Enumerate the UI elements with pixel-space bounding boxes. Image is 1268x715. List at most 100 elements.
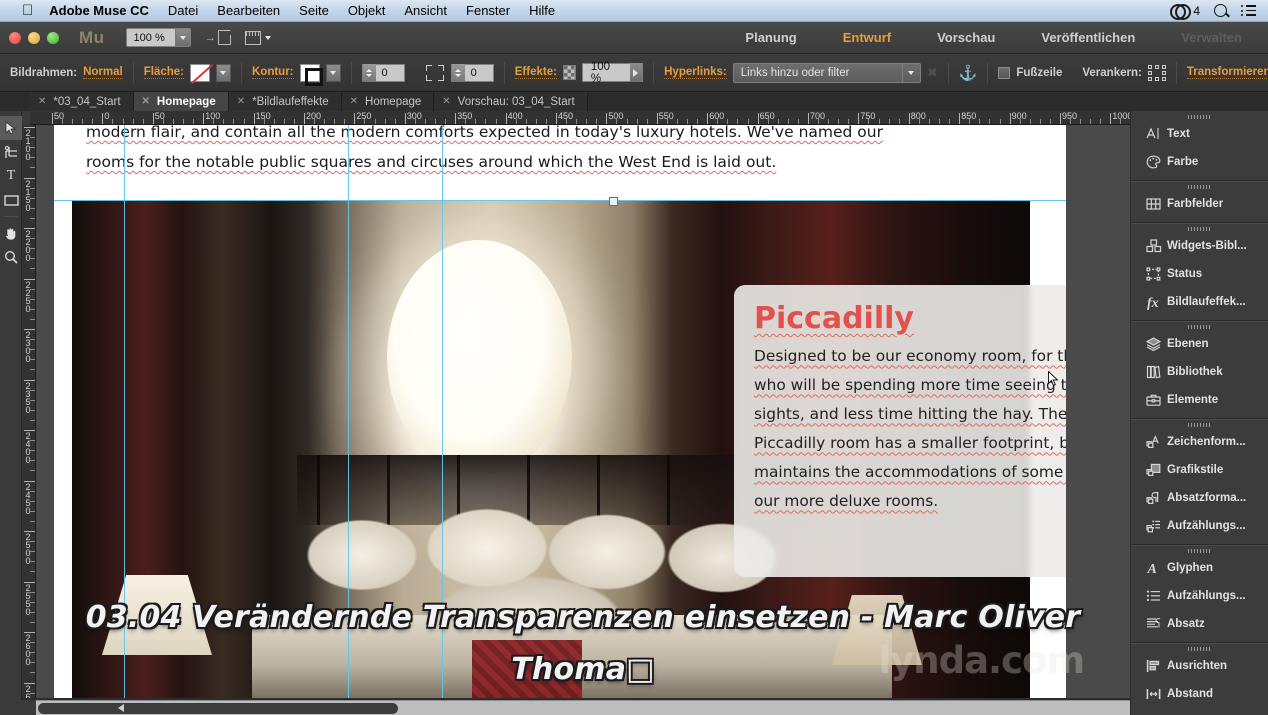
panel-item-bildlaufeffek[interactable]: fx Bildlaufeffek... [1131,288,1268,316]
menu-app-name[interactable]: Adobe Muse CC [49,3,149,18]
rounded-corners-icon[interactable] [425,64,445,82]
image-frame-value[interactable]: Normal [83,66,123,79]
panel-item-ebenen[interactable]: Ebenen [1131,330,1268,358]
close-icon[interactable]: ✕ [442,96,450,107]
menu-item-datei[interactable]: Datei [168,3,198,18]
panel-item-aufz-hlungs[interactable]: Aufzählungs... [1131,582,1268,610]
design-canvas[interactable]: modern flair, and contain all the modern… [36,125,1130,698]
panel-item-elemente[interactable]: Elemente [1131,386,1268,414]
panel-item-bibliothek[interactable]: Bibliothek [1131,358,1268,386]
menu-item-fenster[interactable]: Fenster [466,3,510,18]
tab-03-04-start[interactable]: ✕ *03_04_Start [30,92,134,111]
transparency-checker-icon[interactable] [562,65,576,80]
menu-item-seite[interactable]: Seite [299,3,329,18]
close-icon[interactable]: ✕ [237,96,245,107]
corner-radius-input[interactable]: 0 [450,63,494,82]
text-tool[interactable]: T [0,164,22,188]
close-icon[interactable]: ✕ [142,96,150,107]
apple-icon[interactable]:  [22,3,33,18]
anchor-icon[interactable]: ⚓ [959,64,978,82]
menu-item-ansicht[interactable]: Ansicht [404,3,447,18]
opacity-flyout-arrow[interactable] [629,63,643,82]
transform-link[interactable]: Transformieren [1186,66,1268,79]
page-area[interactable]: modern flair, and contain all the modern… [54,125,1066,698]
selection-handle[interactable] [609,197,618,206]
creative-cloud-status[interactable]: 4 [1170,4,1200,20]
panel-item-ausrichten[interactable]: Ausrichten [1131,652,1268,680]
view-options-icon[interactable] [244,29,272,47]
zoom-dropdown-arrow[interactable] [174,29,190,46]
panel-item-zeichenform[interactable]: Zeichenform... [1131,428,1268,456]
stroke-label[interactable]: Kontur: [251,66,294,79]
list-icon[interactable] [1241,5,1256,16]
menu-item-objekt[interactable]: Objekt [348,3,386,18]
corner-radius-stepper[interactable] [451,63,465,82]
stroke-swatch[interactable] [299,63,323,86]
menu-item-bearbeiten[interactable]: Bearbeiten [217,3,280,18]
stroke-width-stepper[interactable] [362,63,376,82]
panel-item-status[interactable]: Status [1131,260,1268,288]
minimize-button[interactable] [28,31,40,44]
mode-veroeffentlichen[interactable]: Veröffentlichen [1041,30,1135,45]
tab-vorschau-03-04-start[interactable]: ✕ Vorschau: 03_04_Start [434,92,588,111]
paragraph-styles-icon [1145,490,1167,506]
zoom-level-control[interactable]: 100 % [125,28,191,47]
zoom-tool[interactable] [0,245,22,269]
stroke-dropdown-arrow[interactable] [325,63,341,82]
page-export-icon[interactable]: → [205,29,232,45]
guide-horizontal[interactable] [54,200,1066,201]
panel-dock[interactable]: Text Farbe Farbfelder Widgets-Bibl... Status… [1130,111,1268,715]
close-button[interactable] [9,31,21,44]
tab-homepage-active[interactable]: ✕ Homepage [133,92,229,111]
fill-swatch[interactable] [189,63,210,82]
mode-vorschau[interactable]: Vorschau [937,30,995,45]
page-top-paragraph[interactable]: modern flair, and contain all the modern… [86,125,946,177]
scrollbar-thumb[interactable] [38,703,398,714]
stroke-width-input[interactable]: 0 [361,63,405,82]
panel-item-farbfelder[interactable]: Farbfelder [1131,190,1268,218]
mode-verwalten[interactable]: Verwalten [1181,30,1242,45]
effects-label[interactable]: Effekte: [514,66,557,79]
search-icon[interactable] [1214,4,1227,17]
close-icon[interactable]: ✕ [350,96,358,107]
tab-homepage[interactable]: ✕ Homepage [341,92,435,111]
horizontal-ruler[interactable]: 50 0 50 100 150 200 250 300 350 400 450 500 550 600 65… [30,111,1130,125]
anchor-points-icon[interactable] [1147,64,1166,81]
scroll-left-arrow[interactable] [118,704,124,712]
vertical-ruler[interactable]: 2100 2150 2200 2250 2300 2350 2400 2450 2500 2550… [22,125,36,698]
panel-item-transformier[interactable]: Transformier... [1131,708,1268,715]
mode-entwurf[interactable]: Entwurf [843,30,891,45]
rectangle-tool[interactable] [0,188,22,212]
hand-tool[interactable] [0,221,22,245]
selection-tool[interactable] [0,116,22,140]
panel-item-farbe[interactable]: Farbe [1131,148,1268,176]
panel-item-grafikstile[interactable]: Grafikstile [1131,456,1268,484]
guide-vertical-mid[interactable] [442,125,443,698]
clear-link-icon[interactable]: ✖ [927,65,938,81]
ruler-tick-minor [30,601,35,603]
panel-item-text[interactable]: Text [1131,120,1268,148]
panel-item-widgets-bibl[interactable]: Widgets-Bibl... [1131,232,1268,260]
crop-tool[interactable] [0,140,22,164]
panel-item-aufz-hlungs[interactable]: Aufzählungs... [1131,512,1268,540]
fill-label[interactable]: Fläche: [143,66,184,79]
mode-planung[interactable]: Planung [745,30,796,45]
close-icon[interactable]: ✕ [38,96,46,107]
hyperlinks-label[interactable]: Hyperlinks: [664,66,727,79]
panel-item-abstand[interactable]: Abstand [1131,680,1268,708]
piccadilly-card[interactable]: Piccadilly Designed to be our economy ro… [734,285,1066,577]
horizontal-scrollbar[interactable] [36,700,1130,715]
menu-item-hilfe[interactable]: Hilfe [529,3,555,18]
tab-bildlaufeffekte[interactable]: ✕ *Bildlaufeffekte [228,92,342,111]
opacity-input[interactable]: 100 % [581,61,644,85]
hyperlinks-select[interactable]: Links hinzu oder filter [732,62,921,83]
maximize-button[interactable] [47,31,59,44]
chevron-down-icon[interactable] [901,63,920,82]
panel-item-glyphen[interactable]: A Glyphen [1131,554,1268,582]
guide-vertical-mid-left[interactable] [348,125,349,698]
footer-checkbox[interactable] [998,66,1011,79]
panel-item-absatz[interactable]: Absatz [1131,610,1268,638]
fill-dropdown-arrow[interactable] [215,63,231,82]
guide-vertical-left[interactable] [124,125,125,698]
panel-item-absatzforma[interactable]: Absatzforma... [1131,484,1268,512]
